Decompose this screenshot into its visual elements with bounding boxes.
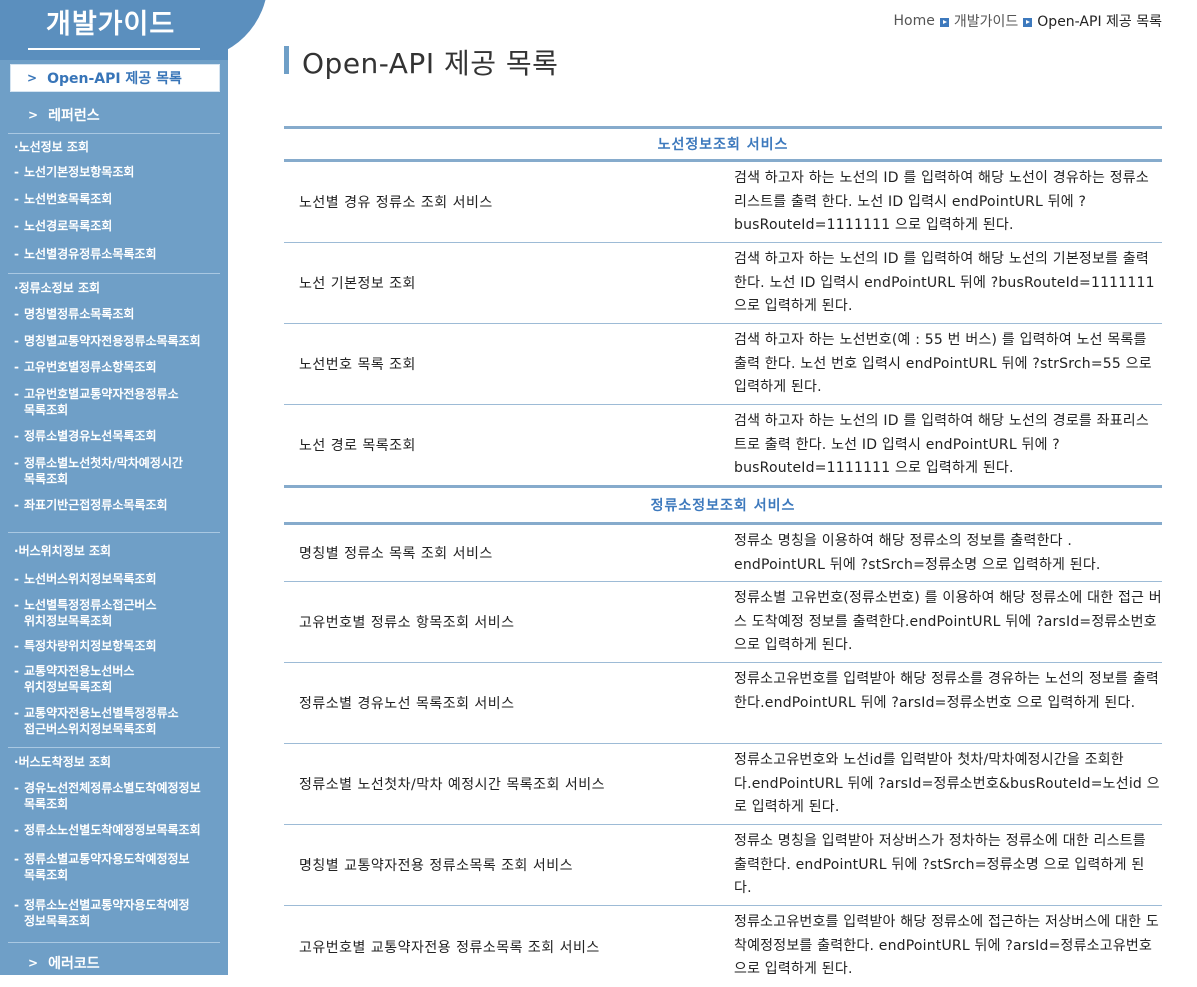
table-row: 고유번호별 정류소 항목조회 서비스 정류소별 고유번호(정류소번호) 를 이용… — [284, 582, 1162, 663]
table-row: 노선 기본정보 조회 검색 하고자 하는 노선의 ID 를 입력하여 해당 노선… — [284, 243, 1162, 324]
table-row: 명칭별 교통약자전용 정류소목록 조회 서비스 정류소 명칭을 입력받아 저상버… — [284, 825, 1162, 906]
api-name: 명칭별 정류소 목록 조회 서비스 — [299, 546, 493, 562]
api-table: 노선정보조회 서비스 노선별 경유 정류소 조회 서비스 검색 하고자 하는 노… — [284, 126, 1162, 987]
nav-item-arrival-lowfloor[interactable]: - 정류소별교통약자용도착예정정보 목록조회 — [14, 851, 224, 883]
nav-group-route-info[interactable]: ·노선정보 조회 — [14, 138, 89, 155]
chevron-right-icon: > — [28, 108, 39, 122]
page-title-accent — [284, 46, 289, 74]
table-row: 정류소별 노선첫차/막차 예정시간 목록조회 서비스 정류소고유번호와 노선id… — [284, 744, 1162, 825]
sidebar-curve-decoration — [200, 0, 270, 60]
breadcrumb-home[interactable]: Home — [894, 13, 935, 29]
api-description: 정류소 명칭을 입력받아 저상버스가 정차하는 정류소에 대한 리스트를 출력한… — [734, 833, 1146, 896]
nav-item-station-by-id[interactable]: - 고유번호별정류소항목조회 — [14, 359, 224, 375]
nav-group-bus-arrival[interactable]: ·버스도착정보 조회 — [14, 753, 111, 770]
arrow-right-icon — [939, 17, 949, 27]
chevron-right-icon: > — [28, 956, 39, 970]
api-description: 검색 하고자 하는 노선의 ID 를 입력하여 해당 노선이 경유하는 정류소 … — [734, 170, 1149, 233]
sidebar-title: 개발가이드 — [46, 9, 176, 40]
nav-group-station-info[interactable]: ·정류소정보 조회 — [14, 279, 100, 296]
nav-item-station-by-id-lowfloor[interactable]: - 고유번호별교통약자전용정류소 목록조회 — [14, 386, 224, 418]
api-name: 고유번호별 정류소 항목조회 서비스 — [299, 615, 515, 631]
nav-item-arrival-route-lowfloor[interactable]: - 정류소노선별교통약자용도착예정 정보목록조회 — [14, 897, 224, 929]
breadcrumb-current: Open-API 제공 목록 — [1037, 14, 1162, 30]
nav-item-label: Open-API 제공 목록 — [47, 71, 182, 87]
nav-item-vehicle-position[interactable]: - 특정차량위치정보항목조회 — [14, 638, 224, 654]
nav-item-arrival-all-stations[interactable]: - 경유노선전체정류소별도착예정정보 목록조회 — [14, 780, 224, 812]
nav-item-error-code[interactable]: > 에러코드 — [0, 952, 220, 974]
nav-item-arrival-station-route[interactable]: - 정류소노선별도착예정정보목록조회 — [14, 822, 224, 838]
api-name: 노선번호 목록 조회 — [299, 357, 416, 373]
api-description: 정류소고유번호를 입력받아 해당 정류소를 경유하는 노선의 정보를 출력한다.… — [734, 671, 1159, 711]
nav-item-station-nearby[interactable]: - 좌표기반근접정류소목록조회 — [14, 497, 224, 513]
page-title: Open-API 제공 목록 — [302, 47, 559, 80]
section-header-route: 노선정보조회 서비스 — [284, 126, 1162, 162]
nav-item-station-by-name[interactable]: - 명칭별정류소목록조회 — [14, 306, 224, 322]
nav-group-bus-position[interactable]: ·버스위치정보 조회 — [14, 542, 111, 559]
divider — [8, 942, 220, 943]
api-description: 검색 하고자 하는 노선의 ID 를 입력하여 해당 노선의 기본정보를 출력 … — [734, 251, 1155, 314]
api-description: 정류소고유번호와 노선id를 입력받아 첫차/막차예정시간을 조회한다.endP… — [734, 752, 1160, 815]
nav-item-station-routes[interactable]: - 정류소별경유노선목록조회 — [14, 428, 224, 444]
nav-item-lowfloor-position[interactable]: - 교통약자전용노선버스 위치정보목록조회 — [14, 663, 224, 695]
api-name: 노선 기본정보 조회 — [299, 276, 416, 292]
divider — [8, 532, 220, 533]
api-description: 검색 하고자 하는 노선의 ID 를 입력하여 해당 노선의 경로를 좌표리스트… — [734, 413, 1149, 476]
nav-item-lowfloor-approaching[interactable]: - 교통약자전용노선별특정정류소 접근버스위치정보목록조회 — [14, 705, 224, 737]
table-row: 노선번호 목록 조회 검색 하고자 하는 노선번호(예 : 55 번 버스) 를… — [284, 324, 1162, 405]
api-name: 노선 경로 목록조회 — [299, 438, 416, 454]
nav-item-station-by-name-lowfloor[interactable]: - 명칭별교통약자전용정류소목록조회 — [14, 333, 224, 349]
api-description: 정류소별 고유번호(정류소번호) 를 이용하여 해당 정류소에 대한 접근 버스… — [734, 590, 1162, 653]
api-name: 정류소별 경유노선 목록조회 서비스 — [299, 696, 515, 712]
nav-item-reference[interactable]: > 레퍼런스 — [0, 104, 220, 126]
breadcrumb: Home 개발가이드 Open-API 제공 목록 — [894, 11, 1162, 31]
api-description: 검색 하고자 하는 노선번호(예 : 55 번 버스) 를 입력하여 노선 목록… — [734, 332, 1152, 395]
nav-item-bus-position-list[interactable]: - 노선버스위치정보목록조회 — [14, 571, 224, 587]
sidebar: 개발가이드 > Open-API 제공 목록 > 레퍼런스 ·노선정보 조회 -… — [0, 0, 228, 975]
nav-item-open-api-list[interactable]: > Open-API 제공 목록 — [10, 64, 220, 92]
table-row: 정류소별 경유노선 목록조회 서비스 정류소고유번호를 입력받아 해당 정류소를… — [284, 663, 1162, 744]
nav-item-route-stations[interactable]: - 노선별경유정류소목록조회 — [14, 246, 224, 262]
table-row: 노선별 경유 정류소 조회 서비스 검색 하고자 하는 노선의 ID 를 입력하… — [284, 162, 1162, 243]
sidebar-title-underline — [28, 48, 224, 50]
api-name: 노선별 경유 정류소 조회 서비스 — [299, 195, 493, 211]
api-name: 정류소별 노선첫차/막차 예정시간 목록조회 서비스 — [299, 777, 605, 793]
chevron-right-icon: > — [27, 71, 38, 85]
divider — [8, 747, 220, 748]
nav-item-station-first-last[interactable]: - 정류소별노선첫차/막차예정시간 목록조회 — [14, 455, 224, 487]
nav-item-label: 레퍼런스 — [48, 108, 100, 124]
divider — [8, 273, 220, 274]
nav-item-bus-approaching[interactable]: - 노선별특정정류소접근버스 위치정보목록조회 — [14, 597, 224, 629]
nav-item-route-basic[interactable]: - 노선기본정보항목조회 — [14, 164, 224, 180]
breadcrumb-dev-guide[interactable]: 개발가이드 — [954, 11, 1018, 31]
nav-item-label: 에러코드 — [48, 956, 100, 972]
nav-item-route-path[interactable]: - 노선경로목록조회 — [14, 218, 224, 234]
section-header-station: 정류소정보조회 서비스 — [284, 485, 1162, 525]
nav-item-route-number[interactable]: - 노선번호목록조회 — [14, 191, 224, 207]
table-row: 노선 경로 목록조회 검색 하고자 하는 노선의 ID 를 입력하여 해당 노선… — [284, 405, 1162, 485]
arrow-right-icon — [1023, 17, 1033, 27]
divider — [8, 133, 220, 134]
api-description: 정류소 명칭을 이용하여 해당 정류소의 정보를 출력한다 . endPoint… — [734, 533, 1101, 573]
api-name: 명칭별 교통약자전용 정류소목록 조회 서비스 — [299, 858, 574, 874]
table-row: 명칭별 정류소 목록 조회 서비스 정류소 명칭을 이용하여 해당 정류소의 정… — [284, 525, 1162, 582]
